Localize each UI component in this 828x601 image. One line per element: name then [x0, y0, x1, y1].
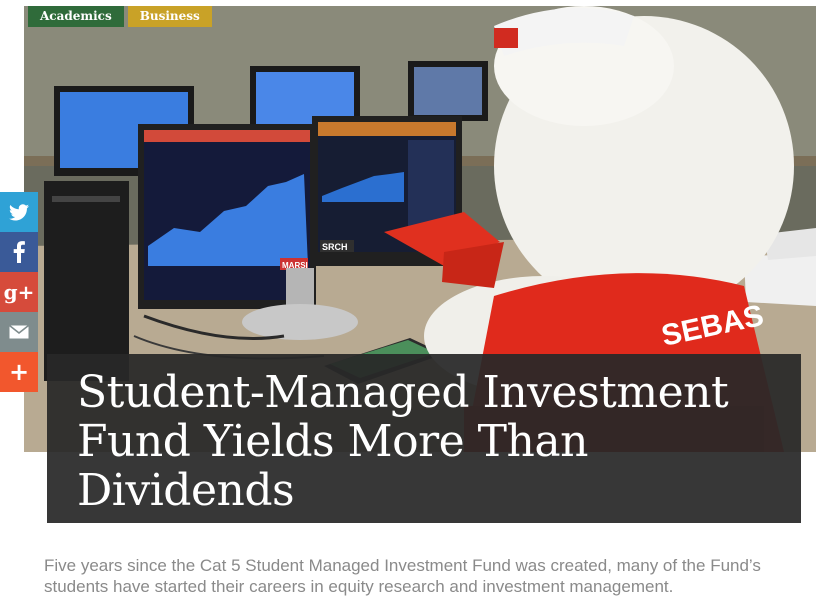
google-plus-icon: g+	[3, 280, 35, 304]
share-facebook-button[interactable]	[0, 232, 38, 272]
twitter-icon	[9, 203, 29, 220]
share-twitter-button[interactable]	[0, 192, 38, 232]
screen-label: SRCH	[322, 242, 348, 252]
screen-label-right: MARSI	[282, 261, 308, 270]
share-google-plus-button[interactable]: g+	[0, 272, 38, 312]
share-sidebar: g+ +	[0, 192, 38, 392]
facebook-icon	[13, 241, 25, 263]
share-email-button[interactable]	[0, 312, 38, 352]
email-icon	[9, 325, 29, 339]
tag-business[interactable]: Business	[127, 6, 212, 27]
share-more-button[interactable]: +	[0, 352, 38, 392]
tag-academics[interactable]: Academics	[28, 6, 124, 27]
article-page: SEBAS SRCH MARSI Academics Business g+ +…	[0, 0, 828, 601]
category-tags: Academics Business	[28, 6, 212, 27]
headline-box: Student-Managed Investment Fund Yields M…	[47, 354, 801, 523]
article-title: Student-Managed Investment Fund Yields M…	[77, 367, 729, 516]
article-dek: Five years since the Cat 5 Student Manag…	[44, 556, 761, 596]
plus-icon: +	[8, 358, 30, 386]
